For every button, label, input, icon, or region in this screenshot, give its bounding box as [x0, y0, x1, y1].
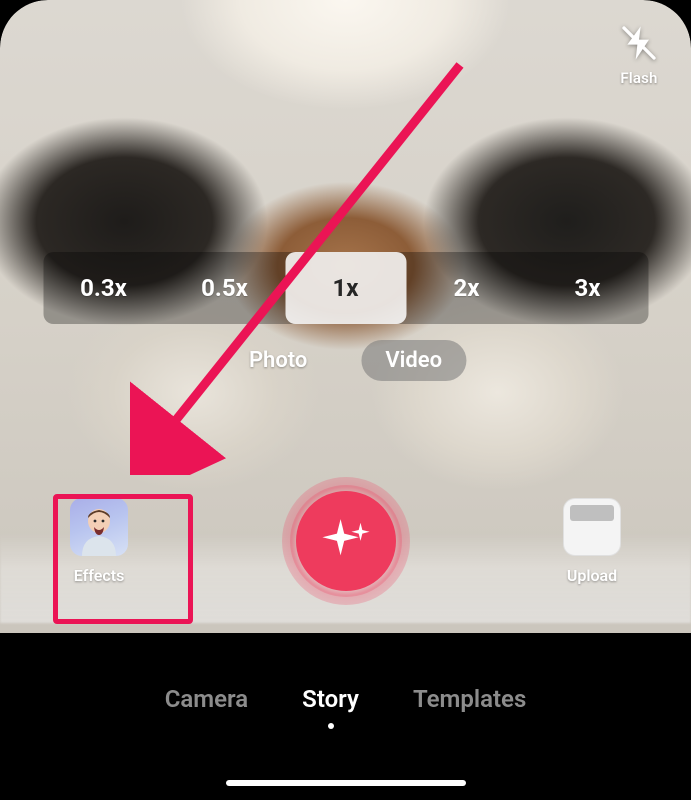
nav-templates[interactable]: Templates [413, 685, 526, 729]
flash-toggle[interactable]: Flash [619, 23, 659, 87]
home-indicator[interactable] [226, 780, 466, 786]
capture-mode-toggle: Photo Video [225, 340, 466, 381]
flash-label: Flash [620, 69, 657, 87]
capture-mode-photo[interactable]: Photo [225, 340, 331, 381]
upload-button[interactable]: Upload [563, 498, 621, 585]
camera-screen: Flash 0.3x 0.5x 1x 2x 3x Photo Video Eff… [0, 0, 691, 800]
bottom-bar: Camera Story Templates [0, 633, 691, 800]
zoom-bar: 0.3x 0.5x 1x 2x 3x [43, 252, 648, 324]
nav-selected-dot-icon [328, 723, 334, 729]
upload-label: Upload [567, 566, 617, 585]
nav-camera[interactable]: Camera [165, 685, 248, 729]
nav-story-label: Story [302, 685, 359, 713]
flash-off-icon [619, 23, 659, 67]
nav-templates-label: Templates [413, 685, 526, 713]
zoom-option-3x[interactable]: 3x [527, 252, 648, 324]
zoom-option-0-5x[interactable]: 0.5x [164, 252, 285, 324]
capture-mode-video[interactable]: Video [361, 340, 466, 381]
upload-thumbnail [563, 498, 621, 556]
bottom-nav: Camera Story Templates [165, 685, 527, 729]
annotation-highlight-box [53, 494, 193, 624]
shutter-button[interactable] [282, 477, 410, 605]
zoom-option-2x[interactable]: 2x [406, 252, 527, 324]
zoom-option-0-3x[interactable]: 0.3x [43, 252, 164, 324]
nav-camera-label: Camera [165, 685, 248, 713]
shutter-glow [282, 477, 410, 605]
zoom-option-1x[interactable]: 1x [285, 252, 406, 324]
nav-story[interactable]: Story [302, 685, 359, 729]
